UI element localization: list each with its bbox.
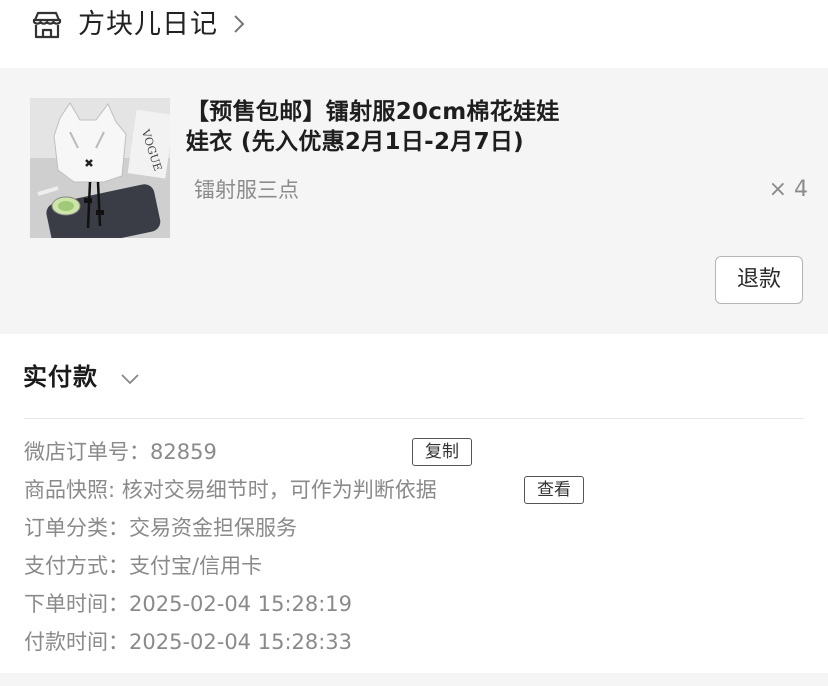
- bottom-divider: [0, 673, 828, 686]
- product-spec: 镭射服三点: [194, 178, 299, 202]
- shop-name[interactable]: 方块儿日记: [78, 5, 218, 45]
- order-number-row: 微店订单号：82859: [24, 440, 217, 464]
- chevron-down-icon[interactable]: [120, 370, 140, 385]
- chevron-right-icon: [232, 12, 246, 36]
- order-summary: 实付款 微店订单号：82859 复制 商品快照: 核对交易细节时，可作为判断依据…: [0, 334, 828, 673]
- refund-button[interactable]: 退款: [715, 256, 803, 304]
- order-item-card[interactable]: VOGUE 【预售包邮】镭射服20cm棉花娃娃 娃衣 (先入优惠2月1日-2月7…: [0, 68, 828, 334]
- shop-header[interactable]: 方块儿日记: [0, 0, 828, 68]
- product-title[interactable]: 【预售包邮】镭射服20cm棉花娃娃 娃衣 (先入优惠2月1日-2月7日): [186, 97, 606, 157]
- view-snapshot-button[interactable]: 查看: [524, 476, 584, 504]
- storefront-icon: [31, 10, 63, 40]
- product-quantity: × 4: [768, 177, 808, 202]
- copy-button[interactable]: 复制: [412, 438, 472, 466]
- product-thumbnail[interactable]: VOGUE: [30, 98, 170, 238]
- payment-time-row: 付款时间：2025-02-04 15:28:33: [24, 630, 353, 654]
- order-category-row: 订单分类：交易资金担保服务: [24, 516, 297, 540]
- divider: [24, 418, 804, 419]
- paid-amount-label[interactable]: 实付款: [23, 359, 98, 395]
- snapshot-row: 商品快照: 核对交易细节时，可作为判断依据: [24, 478, 437, 502]
- order-time-row: 下单时间：2025-02-04 15:28:19: [24, 592, 353, 616]
- payment-method-row: 支付方式：支付宝/信用卡: [24, 554, 263, 578]
